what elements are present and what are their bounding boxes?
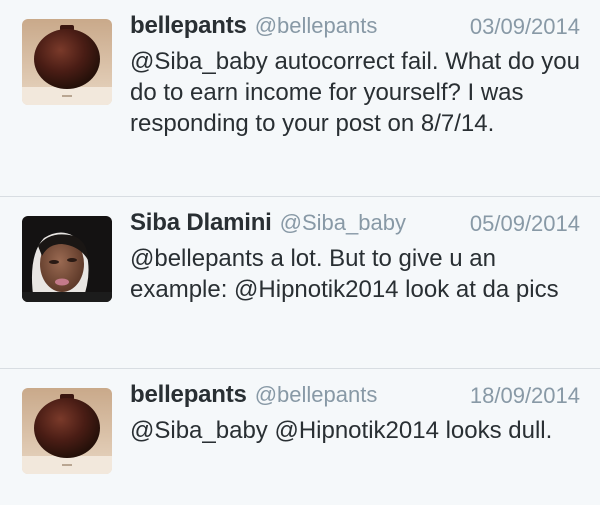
user-name[interactable]: bellepants — [130, 12, 247, 39]
avatar-portrait-image[interactable] — [22, 216, 112, 302]
avatar-vase-image[interactable] — [22, 19, 112, 105]
user-handle[interactable]: @Siba_baby — [280, 210, 406, 235]
user-name[interactable]: Siba Dlamini — [130, 209, 272, 236]
avatar-vase-image[interactable] — [22, 388, 112, 474]
tweet-text: @bellepants a lot. But to give u an exam… — [130, 245, 559, 303]
tweet-header: bellepants @bellepants 03/09/2014 — [130, 12, 580, 46]
tweet-timeline: bellepants @bellepants 03/09/2014 @Siba_b… — [0, 0, 600, 505]
tweet-text: @Siba_baby @Hipnotik2014 looks dull. — [130, 417, 553, 444]
tweet-date[interactable]: 05/09/2014 — [470, 211, 580, 237]
tweet-header: Siba Dlamini @Siba_baby 05/09/2014 — [130, 209, 580, 243]
user-name[interactable]: bellepants — [130, 381, 247, 408]
tweet-date[interactable]: 03/09/2014 — [470, 14, 580, 40]
tweet-item[interactable]: Siba Dlamini @Siba_baby 05/09/2014 @belle… — [0, 197, 600, 368]
tweet-item[interactable]: bellepants @bellepants 03/09/2014 @Siba_b… — [0, 0, 600, 196]
tweet-item[interactable]: bellepants @bellepants 18/09/2014 @Siba_b… — [0, 369, 600, 505]
tweet-header: bellepants @bellepants 18/09/2014 — [130, 381, 580, 415]
user-handle[interactable]: @bellepants — [255, 13, 378, 38]
tweet-date[interactable]: 18/09/2014 — [470, 383, 580, 409]
user-handle[interactable]: @bellepants — [255, 382, 378, 407]
tweet-text: @Siba_baby autocorrect fail. What do you… — [130, 48, 580, 137]
